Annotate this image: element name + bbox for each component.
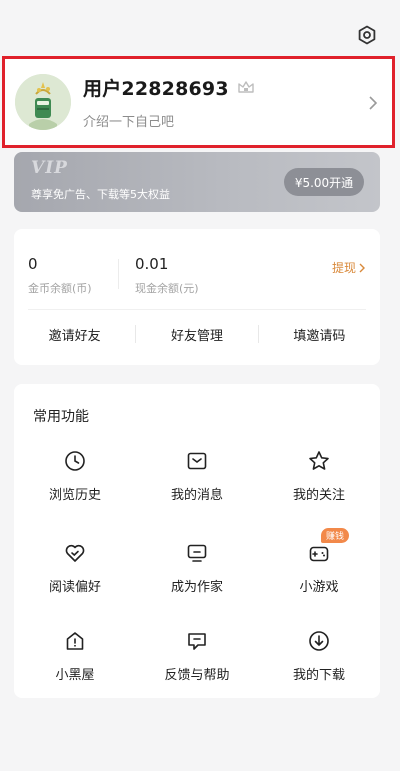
enter-invite-code-button[interactable]: 填邀请码	[259, 325, 380, 344]
house-alert-icon	[62, 628, 88, 654]
avatar-image	[15, 74, 71, 130]
mini-games-button[interactable]: 赚钱 小游戏	[258, 528, 380, 626]
message-icon	[184, 448, 210, 474]
vip-open-button[interactable]: ¥5.00开通	[284, 168, 364, 196]
profile-card[interactable]: 用户22828693 介绍一下自己吧	[2, 56, 395, 148]
heart-check-icon	[62, 540, 88, 566]
withdraw-link[interactable]: 提现	[332, 259, 366, 276]
clock-icon	[62, 448, 88, 474]
username: 用户22828693	[83, 78, 229, 100]
common-functions-card: 常用功能 浏览历史 我的消息 我的关注 阅读偏好 成为作家 赚钱 小游戏 小黑屋…	[14, 384, 380, 698]
wallet-card: 0 金币余额(币) 0.01 现金余额(元) 提现 邀请好友 好友管理 填邀请码	[14, 229, 380, 365]
my-downloads-button[interactable]: 我的下载	[258, 624, 380, 714]
my-follows-button[interactable]: 我的关注	[258, 444, 380, 534]
func-label: 小黑屋	[55, 668, 95, 683]
vip-description: 尊享免广告、下载等5大权益	[31, 188, 170, 201]
cash-balance-label: 现金余额(元)	[135, 282, 199, 295]
feedback-help-button[interactable]: 反馈与帮助	[136, 624, 258, 714]
divider	[28, 309, 366, 310]
gear-icon	[358, 25, 376, 45]
profile-bio: 介绍一下自己吧	[83, 115, 175, 130]
func-label: 成为作家	[170, 580, 223, 595]
func-label: 浏览历史	[48, 488, 101, 503]
reading-preference-button[interactable]: 阅读偏好	[14, 536, 136, 626]
star-icon	[306, 448, 332, 474]
func-label: 阅读偏好	[48, 580, 101, 595]
my-messages-button[interactable]: 我的消息	[136, 444, 258, 534]
become-writer-button[interactable]: 成为作家	[136, 536, 258, 626]
func-label: 我的下载	[292, 668, 345, 683]
chevron-right-icon	[359, 263, 365, 272]
gamepad-icon	[306, 540, 332, 566]
manage-friends-button[interactable]: 好友管理	[136, 325, 257, 344]
feedback-icon	[184, 628, 210, 654]
chevron-right-icon	[368, 95, 378, 115]
vip-title: VIP	[31, 158, 68, 178]
vip-banner[interactable]: VIP 尊享免广告、下载等5大权益 ¥5.00开通	[14, 152, 380, 212]
browse-history-button[interactable]: 浏览历史	[14, 444, 136, 534]
func-label: 小游戏	[299, 580, 339, 595]
divider	[118, 259, 119, 289]
settings-button[interactable]	[356, 24, 378, 46]
func-label: 我的消息	[170, 488, 223, 503]
withdraw-label: 提现	[331, 261, 356, 275]
monitor-icon	[184, 540, 210, 566]
avatar[interactable]	[15, 74, 71, 130]
blacklist-button[interactable]: 小黑屋	[14, 624, 136, 714]
coin-balance-label: 金币余额(币)	[28, 282, 92, 295]
coin-balance-value[interactable]: 0	[28, 255, 38, 273]
func-label: 我的关注	[292, 488, 345, 503]
cash-balance-value[interactable]: 0.01	[135, 255, 168, 273]
download-icon	[306, 628, 332, 654]
section-title: 常用功能	[33, 409, 89, 425]
func-label: 反馈与帮助	[164, 668, 230, 683]
invite-friends-button[interactable]: 邀请好友	[14, 325, 135, 344]
crown-badge-icon	[237, 80, 255, 96]
earn-badge: 赚钱	[321, 528, 350, 543]
